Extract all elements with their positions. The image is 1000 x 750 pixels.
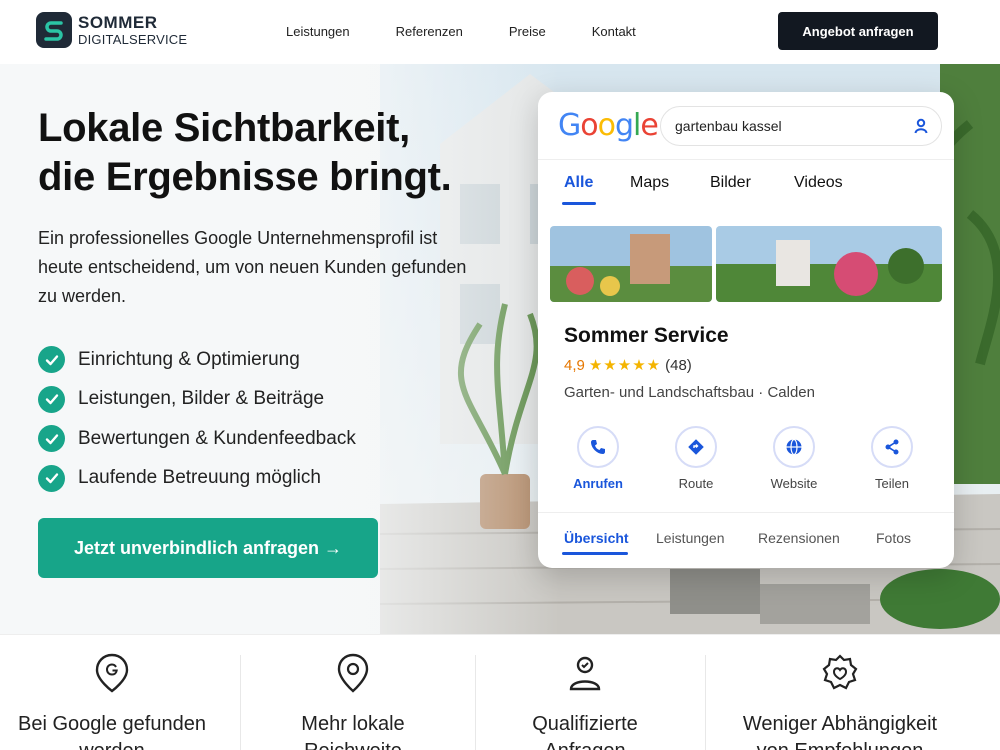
- business-name[interactable]: Sommer Service: [564, 324, 729, 348]
- tab-bilder[interactable]: Bilder: [710, 174, 751, 192]
- phone-icon: [577, 426, 619, 468]
- site-header: SOMMER DIGITALSERVICE Leistungen Referen…: [0, 0, 1000, 64]
- feature-divider: [705, 655, 706, 750]
- tab-uebersicht[interactable]: Übersicht: [564, 530, 629, 546]
- nav-link-preise[interactable]: Preise: [509, 24, 546, 39]
- business-photo[interactable]: [716, 226, 942, 302]
- globe-icon: [773, 426, 815, 468]
- user-icon: [567, 653, 603, 698]
- share-icon: [871, 426, 913, 468]
- share-action[interactable]: Teilen: [852, 426, 932, 491]
- feature-title: Weniger Abhängigkeit: [742, 713, 938, 735]
- check-icon: [38, 385, 65, 413]
- feature-title: Qualifizierte: [532, 713, 638, 735]
- action-label: Route: [678, 476, 714, 491]
- star-icons: ★★★★★: [588, 357, 662, 374]
- feature-divider: [240, 655, 241, 750]
- tab-videos[interactable]: Videos: [794, 174, 843, 192]
- person-icon[interactable]: [913, 117, 929, 138]
- search-query: gartenbau kassel: [675, 118, 782, 134]
- feature-leads: Qualifizierte Anfragen: [475, 635, 695, 750]
- rating-value: 4,9: [564, 356, 585, 374]
- benefit-item: Einrichtung & Optimierung: [38, 340, 356, 380]
- benefit-label: Laufende Betreuung möglich: [78, 467, 321, 489]
- tab-leistungen[interactable]: Leistungen: [656, 530, 725, 546]
- google-logo: Google: [558, 108, 659, 143]
- feature-title-2: Anfragen: [544, 740, 625, 750]
- main-nav: Leistungen Referenzen Preise Kontakt: [286, 24, 636, 39]
- tab-maps[interactable]: Maps: [630, 174, 669, 192]
- hero-headline: Lokale Sichtbarkeit, die Ergebnisse brin…: [38, 104, 452, 202]
- action-label: Website: [770, 476, 818, 491]
- logo-name: SOMMER: [78, 13, 158, 32]
- nav-link-referenzen[interactable]: Referenzen: [396, 24, 463, 39]
- benefit-item: Leistungen, Bilder & Beiträge: [38, 380, 356, 420]
- nav-link-leistungen[interactable]: Leistungen: [286, 24, 350, 39]
- benefit-item: Bewertungen & Kundenfeedback: [38, 419, 356, 459]
- logo-tagline: DIGITALSERVICE: [78, 32, 188, 47]
- location-pin-icon: [336, 653, 370, 698]
- website-action[interactable]: Website: [754, 426, 834, 491]
- directions-icon: [675, 426, 717, 468]
- feature-title-2: werden: [79, 740, 145, 750]
- logo-mark-icon: [36, 12, 72, 48]
- settings-icon: [821, 653, 859, 698]
- route-action[interactable]: Route: [656, 426, 736, 491]
- nav-link-kontakt[interactable]: Kontakt: [592, 24, 636, 39]
- check-icon: [38, 464, 65, 492]
- logo[interactable]: SOMMER DIGITALSERVICE: [36, 12, 187, 48]
- card-divider: [538, 512, 954, 513]
- check-icon: [38, 425, 65, 453]
- inquiry-button[interactable]: Jetzt unverbindlich anfragen →: [38, 518, 378, 578]
- tab-alle[interactable]: Alle: [564, 174, 593, 192]
- benefit-label: Leistungen, Bilder & Beiträge: [78, 388, 325, 410]
- headline-line-2: die Ergebnisse bringt.: [38, 154, 452, 199]
- feature-google: Bei Google gefunden werden: [2, 635, 222, 750]
- google-business-card: Google gartenbau kassel Alle Maps Bilder…: [538, 92, 954, 568]
- feature-independence: Weniger Abhängigkeit von Empfehlungen: [730, 635, 950, 750]
- call-action[interactable]: Anrufen: [558, 426, 638, 491]
- tab-rezensionen[interactable]: Rezensionen: [758, 530, 840, 546]
- benefit-label: Bewertungen & Kundenfeedback: [78, 427, 356, 449]
- feature-title: Bei Google gefunden: [18, 713, 206, 735]
- benefit-item: Laufende Betreuung möglich: [38, 459, 356, 499]
- active-bottom-tab-indicator: [562, 552, 628, 555]
- action-label: Teilen: [875, 476, 909, 491]
- tab-fotos[interactable]: Fotos: [876, 530, 911, 546]
- feature-title-2: von Empfehlungen: [757, 740, 924, 750]
- request-quote-button[interactable]: Angebot anfragen: [778, 12, 938, 50]
- headline-line-1: Lokale Sichtbarkeit,: [38, 106, 410, 150]
- feature-title: Mehr lokale: [301, 713, 405, 735]
- check-icon: [38, 346, 65, 374]
- feature-reach: Mehr lokale Reichweite: [243, 635, 463, 750]
- google-search-input[interactable]: gartenbau kassel: [660, 106, 942, 146]
- feature-title-2: Reichweite: [304, 740, 402, 750]
- business-photo[interactable]: [550, 226, 712, 302]
- business-category: Garten- und Landschaftsbau · Calden: [564, 384, 815, 401]
- action-label: Anrufen: [573, 476, 623, 491]
- features-strip: Bei Google gefunden werden Mehr lokale Rei…: [0, 634, 1000, 750]
- hero-subtitle: Ein professionelles Google Unternehmensp…: [38, 228, 467, 307]
- active-tab-indicator: [562, 202, 596, 205]
- google-pin-icon: [94, 653, 130, 698]
- benefit-label: Einrichtung & Optimierung: [78, 348, 300, 370]
- benefit-list: Einrichtung & Optimierung Leistungen, Bi…: [38, 340, 356, 498]
- business-rating: 4,9 ★★★★★ (48): [564, 356, 692, 375]
- review-count[interactable]: (48): [665, 357, 692, 374]
